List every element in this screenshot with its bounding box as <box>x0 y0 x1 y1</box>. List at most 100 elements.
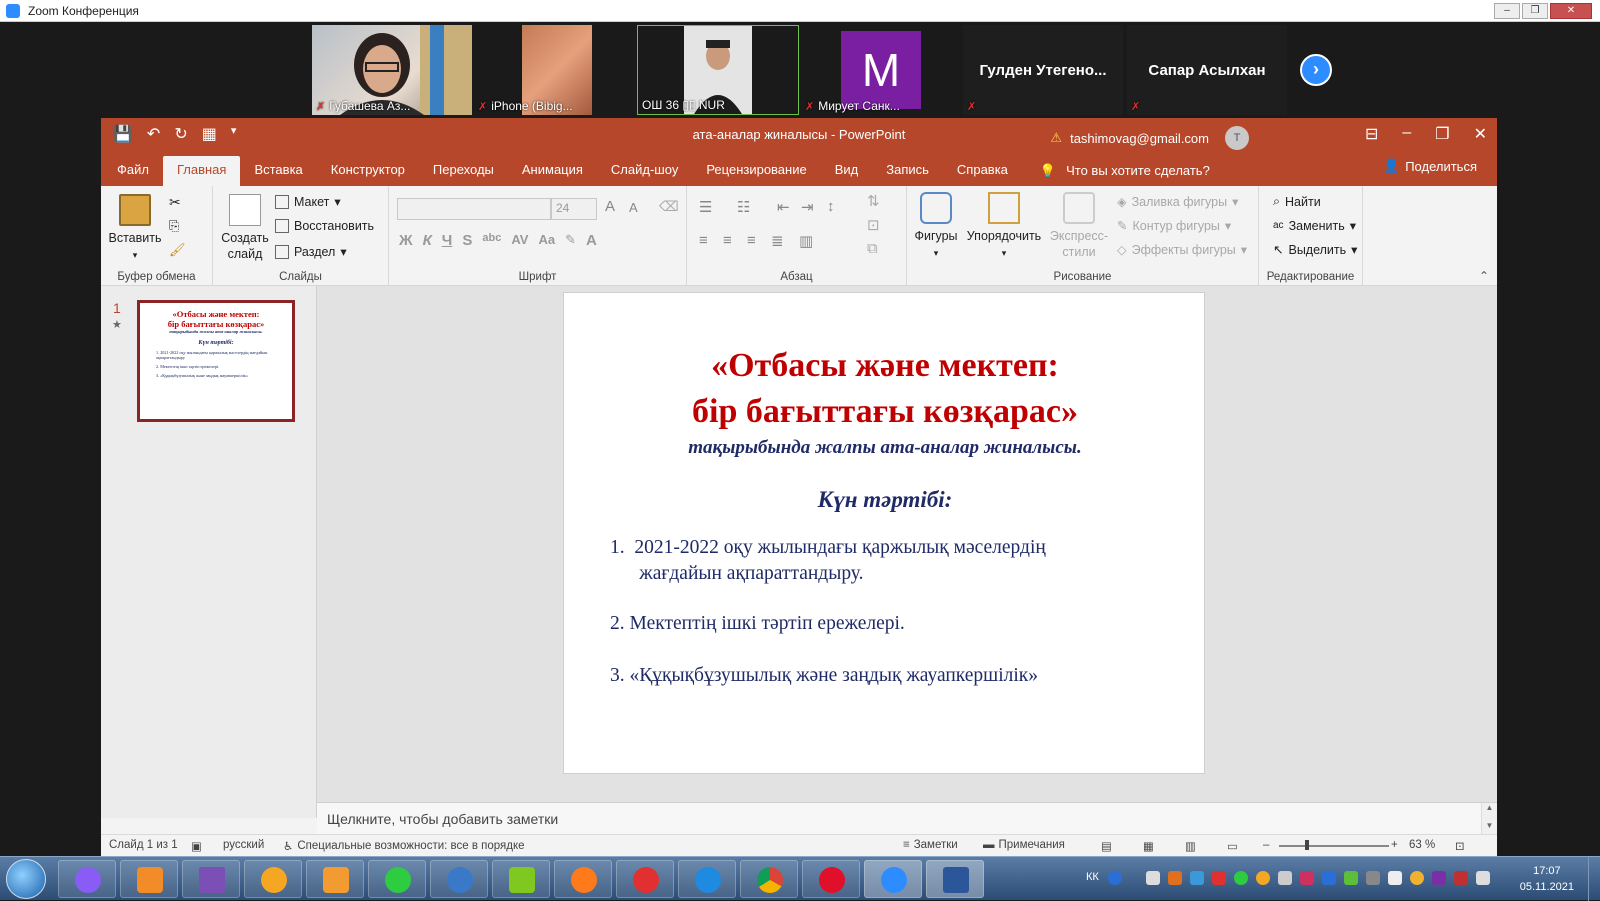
participant-tile[interactable]: M ✗ Мирует Санк... <box>801 25 961 115</box>
taskbar-app-icq[interactable] <box>368 860 426 898</box>
comments-button[interactable]: ▬ Примечания <box>983 839 1065 851</box>
cut-icon[interactable]: ✂ <box>169 194 181 211</box>
signal-icon[interactable] <box>1476 871 1490 885</box>
columns-icon[interactable]: ▥ <box>799 232 813 250</box>
underline-icon[interactable]: Ч <box>442 232 453 249</box>
notes-pane[interactable]: Щелкните, чтобы добавить заметки ▲ ▼ <box>317 802 1497 835</box>
slide-thumbnail[interactable]: «Отбасы және мектеп: бір бағыттағы көзқа… <box>137 300 295 422</box>
zoom-out-icon[interactable]: – <box>1263 839 1269 851</box>
tab-transitions[interactable]: Переходы <box>419 156 508 186</box>
shapes-button[interactable]: Фигуры ▾ <box>911 192 961 261</box>
paste-button[interactable]: Вставить ▾ <box>107 194 163 263</box>
font-size-combo[interactable]: 24 <box>551 198 597 220</box>
zoom-slider[interactable] <box>1279 845 1389 847</box>
char-spacing-icon[interactable]: AV <box>511 232 528 249</box>
taskbar-app-search[interactable] <box>306 860 364 898</box>
tray-chat-icon[interactable] <box>1190 871 1204 885</box>
tab-review[interactable]: Рецензирование <box>692 156 820 186</box>
bold-icon[interactable]: Ж <box>399 232 413 249</box>
shadow-icon[interactable]: S <box>462 232 472 249</box>
avatar[interactable]: T <box>1225 126 1249 150</box>
agenda-item[interactable]: 1. 2021-2022 оқу жылындағы қаржылық мәсе… <box>610 535 1170 587</box>
taskbar-app-firefox[interactable] <box>554 860 612 898</box>
slide-title[interactable]: «Отбасы және мектеп: бір бағыттағы көзқа… <box>564 343 1206 435</box>
select-button[interactable]: ↖ Выделить ▾ <box>1273 242 1357 258</box>
close-icon[interactable]: ✕ <box>1550 3 1592 19</box>
tab-slideshow[interactable]: Слайд-шоу <box>597 156 692 186</box>
text-direction-icon[interactable]: ⇅ <box>867 192 880 210</box>
new-slide-button[interactable]: Создать слайд <box>217 194 273 262</box>
shape-effects-button[interactable]: ◇ Эффекты фигуры ▾ <box>1117 242 1247 258</box>
tab-insert[interactable]: Вставка <box>240 156 316 186</box>
taskbar-app-firefox-old[interactable] <box>430 860 488 898</box>
taskbar-app-alice[interactable] <box>58 860 116 898</box>
align-text-icon[interactable]: ⊡ <box>867 216 880 234</box>
zoom-in-icon[interactable]: + <box>1391 839 1398 851</box>
align-center-icon[interactable]: ≡ <box>723 232 732 249</box>
show-desktop-button[interactable] <box>1588 857 1600 901</box>
restore-icon[interactable]: ❐ <box>1435 124 1449 144</box>
replace-button[interactable]: ac Заменить ▾ <box>1273 218 1356 234</box>
notes-button[interactable]: ≡ Заметки <box>903 839 958 851</box>
tab-file[interactable]: Файл <box>103 156 163 186</box>
tray-icq-icon[interactable] <box>1234 871 1248 885</box>
taskbar-app-music[interactable] <box>492 860 550 898</box>
maximize-icon[interactable]: ❐ <box>1522 3 1548 19</box>
accessibility-status[interactable]: ♿ Специальные возможности: все в порядке <box>283 839 525 853</box>
justify-icon[interactable]: ≣ <box>771 232 784 250</box>
slide-agenda-heading[interactable]: Күн тәртібі: <box>564 487 1206 513</box>
volume-icon[interactable] <box>1278 871 1292 885</box>
participant-tile[interactable]: Сапар Асылхан ✗ <box>1127 25 1287 115</box>
tab-record[interactable]: Запись <box>872 156 943 186</box>
collapse-ribbon-icon[interactable]: ⌃ <box>1479 269 1489 283</box>
italic-icon[interactable]: К <box>423 232 432 249</box>
help-icon[interactable] <box>1108 871 1122 885</box>
shrink-font-icon[interactable]: A <box>629 200 638 215</box>
tell-me-box[interactable]: 💡 Что вы хотите сделать? <box>1040 156 1210 186</box>
clear-format-icon[interactable]: ⌫ <box>659 198 679 215</box>
slideshow-view-icon[interactable]: ▭ <box>1227 839 1238 853</box>
close-icon[interactable]: ✕ <box>1474 124 1487 144</box>
tab-view[interactable]: Вид <box>821 156 873 186</box>
shape-fill-button[interactable]: ◈ Заливка фигуры ▾ <box>1117 194 1238 210</box>
section-button[interactable]: Раздел ▾ <box>275 244 347 259</box>
increase-indent-icon[interactable]: ⇥ <box>801 198 814 216</box>
tray-cloud-icon[interactable] <box>1388 871 1402 885</box>
quick-styles-button[interactable]: Экспресс-стили <box>1047 192 1111 260</box>
zoom-slider-thumb[interactable] <box>1305 840 1309 850</box>
ribbon-display-icon[interactable]: ⊟ <box>1365 124 1378 144</box>
taskbar-app-chrome[interactable] <box>740 860 798 898</box>
taskbar-app-yandex[interactable] <box>616 860 674 898</box>
highlight-icon[interactable]: ✎ <box>565 232 576 249</box>
smartart-icon[interactable]: ⧉ <box>867 240 878 257</box>
participant-tile[interactable]: Гулден Утегено... ✗ <box>963 25 1123 115</box>
taskbar-app-player[interactable] <box>120 860 178 898</box>
copy-icon[interactable]: ⎘ <box>169 218 179 234</box>
arrange-button[interactable]: Упорядочить ▾ <box>963 192 1045 261</box>
tab-animations[interactable]: Анимация <box>508 156 597 186</box>
bullets-icon[interactable]: ☰ <box>699 198 712 216</box>
language-indicator[interactable]: КК <box>1086 871 1099 883</box>
share-button[interactable]: 👤 Поделиться <box>1383 158 1477 174</box>
taskbar-app-opera[interactable] <box>802 860 860 898</box>
align-left-icon[interactable]: ≡ <box>699 232 708 249</box>
tray-drive-icon[interactable] <box>1146 871 1160 885</box>
tray-flower-icon[interactable] <box>1410 871 1424 885</box>
line-spacing-icon[interactable]: ↕ <box>827 198 835 215</box>
slide-subtitle[interactable]: тақырыбында жалпы ата-аналар жиналысы. <box>564 437 1206 459</box>
clock[interactable]: 17:07 05.11.2021 <box>1520 863 1574 895</box>
agenda-item[interactable]: 3. «Құқықбұзушылық және заңдық жауапкерш… <box>610 663 1170 689</box>
language-indicator[interactable]: русский <box>223 839 264 851</box>
fit-slide-icon[interactable]: ⊡ <box>1455 839 1465 853</box>
slide-sorter-icon[interactable]: ▦ <box>1143 839 1154 853</box>
change-case-icon[interactable]: Aa <box>538 232 555 249</box>
taskbar-app-ie[interactable] <box>678 860 736 898</box>
grow-font-icon[interactable]: A <box>605 198 615 215</box>
slide[interactable]: «Отбасы және мектеп: бір бағыттағы көзқа… <box>563 292 1205 774</box>
reading-view-icon[interactable]: ▥ <box>1185 839 1196 853</box>
tray-bug-icon[interactable] <box>1344 871 1358 885</box>
tab-home[interactable]: Главная <box>162 156 241 186</box>
tray-network-icon[interactable] <box>1366 871 1380 885</box>
tab-help[interactable]: Справка <box>943 156 1022 186</box>
tray-mail-icon[interactable] <box>1256 871 1270 885</box>
